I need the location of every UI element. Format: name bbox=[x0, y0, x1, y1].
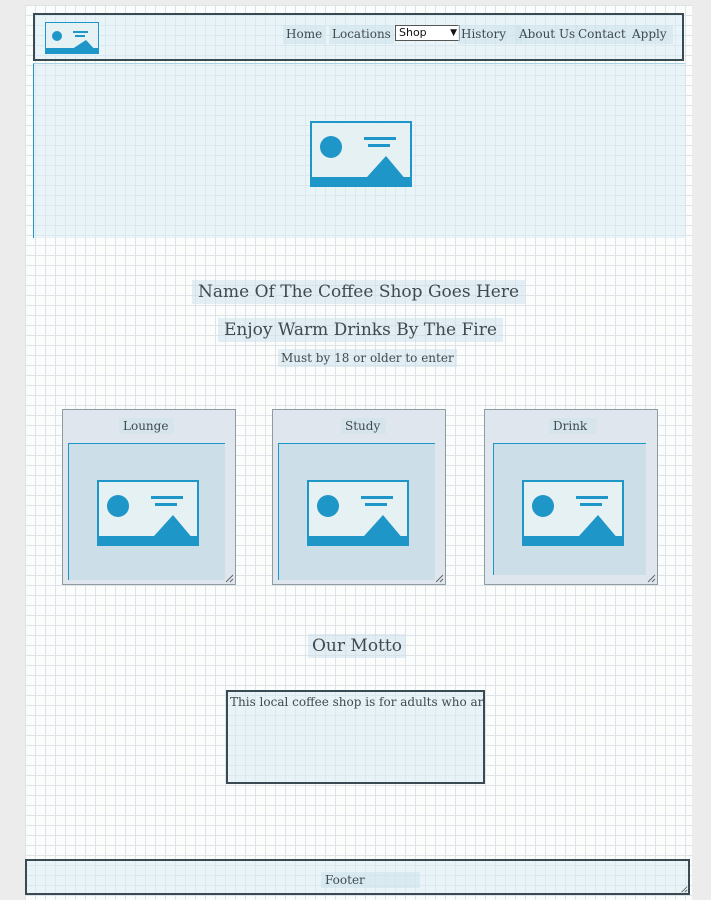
nav-apply[interactable]: Apply bbox=[629, 25, 673, 44]
site-footer: Footer bbox=[25, 859, 690, 895]
nav-history[interactable]: History bbox=[458, 25, 523, 44]
dropdown-arrow-icon: ▼ bbox=[450, 28, 457, 38]
card-lounge[interactable]: Lounge bbox=[62, 409, 236, 585]
hero-banner bbox=[33, 63, 685, 238]
nav-shop-select[interactable]: Shop ▼ bbox=[395, 25, 460, 41]
card-label-lounge: Lounge bbox=[119, 418, 175, 434]
shop-name-heading: Name Of The Coffee Shop Goes Here bbox=[192, 280, 526, 304]
site-header: Home Locations Shop ▼ History About Us C… bbox=[33, 13, 684, 61]
motto-textarea[interactable]: This local coffee shop is for adults who… bbox=[226, 690, 485, 784]
nav-about[interactable]: About Us bbox=[516, 25, 579, 44]
card-image-study bbox=[278, 443, 435, 580]
nav-locations[interactable]: Locations bbox=[329, 25, 394, 44]
nav-contact[interactable]: Contact bbox=[575, 25, 629, 44]
tagline-heading: Enjoy Warm Drinks By The Fire bbox=[218, 318, 503, 342]
hero-image-icon bbox=[310, 121, 412, 187]
shop-select-value: Shop bbox=[399, 26, 427, 39]
footer-label: Footer bbox=[321, 872, 420, 888]
card-image-lounge bbox=[68, 443, 225, 580]
logo-image-icon[interactable] bbox=[45, 22, 99, 54]
nav-home[interactable]: Home bbox=[283, 25, 326, 44]
card-image-drink bbox=[493, 443, 646, 575]
image-placeholder-icon bbox=[97, 480, 199, 546]
resize-grip-icon[interactable] bbox=[680, 885, 688, 893]
age-notice: Must by 18 or older to enter bbox=[278, 349, 457, 367]
resize-grip-icon[interactable] bbox=[224, 573, 234, 583]
resize-grip-icon[interactable] bbox=[434, 573, 444, 583]
card-label-drink: Drink bbox=[549, 418, 598, 434]
motto-text: This local coffee shop is for adults who… bbox=[230, 695, 484, 709]
card-drink[interactable]: Drink bbox=[484, 409, 658, 585]
image-placeholder-icon bbox=[522, 480, 624, 546]
motto-heading: Our Motto bbox=[308, 634, 406, 658]
image-placeholder-icon bbox=[307, 480, 409, 546]
resize-grip-icon[interactable] bbox=[646, 573, 656, 583]
card-label-study: Study bbox=[341, 418, 387, 434]
card-study[interactable]: Study bbox=[272, 409, 446, 585]
